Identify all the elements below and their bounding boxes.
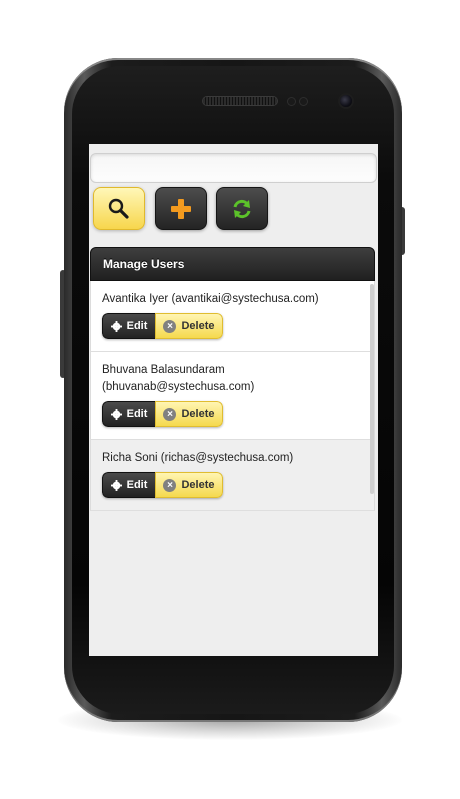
list-item: Richa Soni (richas@systechusa.com) Edit … xyxy=(91,440,374,511)
user-email: (bhuvanab@systechusa.com) xyxy=(102,381,255,393)
list-scrollbar[interactable] xyxy=(370,284,374,494)
delete-icon: × xyxy=(163,407,177,421)
edit-label: Edit xyxy=(126,320,148,332)
refresh-button[interactable] xyxy=(216,187,268,230)
edit-button[interactable]: Edit xyxy=(102,313,155,339)
plus-icon xyxy=(171,198,191,219)
refresh-icon xyxy=(233,199,251,218)
delete-button[interactable]: × Delete xyxy=(155,472,223,498)
edit-label: Edit xyxy=(126,408,148,420)
user-actions: Edit × Delete xyxy=(102,401,223,427)
delete-button[interactable]: × Delete xyxy=(155,401,223,427)
proximity-sensor xyxy=(288,98,295,105)
list-item: Avantika Iyer (avantikai@systechusa.com)… xyxy=(91,281,374,352)
front-camera xyxy=(340,95,352,107)
delete-icon: × xyxy=(163,478,177,492)
app-screen: Manage Users Avantika Iyer (avantikai@sy… xyxy=(89,144,378,656)
user-list: Avantika Iyer (avantikai@systechusa.com)… xyxy=(90,281,375,511)
gear-icon xyxy=(110,408,122,420)
search-button[interactable] xyxy=(93,187,145,230)
user-name: Richa Soni (richas@systechusa.com) xyxy=(102,452,294,464)
user-name: Bhuvana Balasundaram xyxy=(102,364,225,376)
delete-label: Delete xyxy=(181,320,215,332)
user-actions: Edit × Delete xyxy=(102,313,223,339)
manage-users-header: Manage Users xyxy=(90,247,375,281)
delete-button[interactable]: × Delete xyxy=(155,313,223,339)
search-input[interactable] xyxy=(90,153,377,183)
user-actions: Edit × Delete xyxy=(102,472,223,498)
delete-label: Delete xyxy=(181,479,215,491)
add-user-button[interactable] xyxy=(155,187,207,230)
earpiece-speaker xyxy=(203,97,277,105)
list-item: Bhuvana Balasundaram (bhuvanab@systechus… xyxy=(91,352,374,440)
user-name: Avantika Iyer (avantikai@systechusa.com) xyxy=(102,293,319,305)
edit-button[interactable]: Edit xyxy=(102,401,155,427)
delete-label: Delete xyxy=(181,408,215,420)
gear-icon xyxy=(110,320,122,332)
light-sensor xyxy=(300,98,307,105)
delete-icon: × xyxy=(163,319,177,333)
edit-button[interactable]: Edit xyxy=(102,472,155,498)
edit-label: Edit xyxy=(126,479,148,491)
gear-icon xyxy=(110,479,122,491)
search-icon xyxy=(108,198,129,219)
